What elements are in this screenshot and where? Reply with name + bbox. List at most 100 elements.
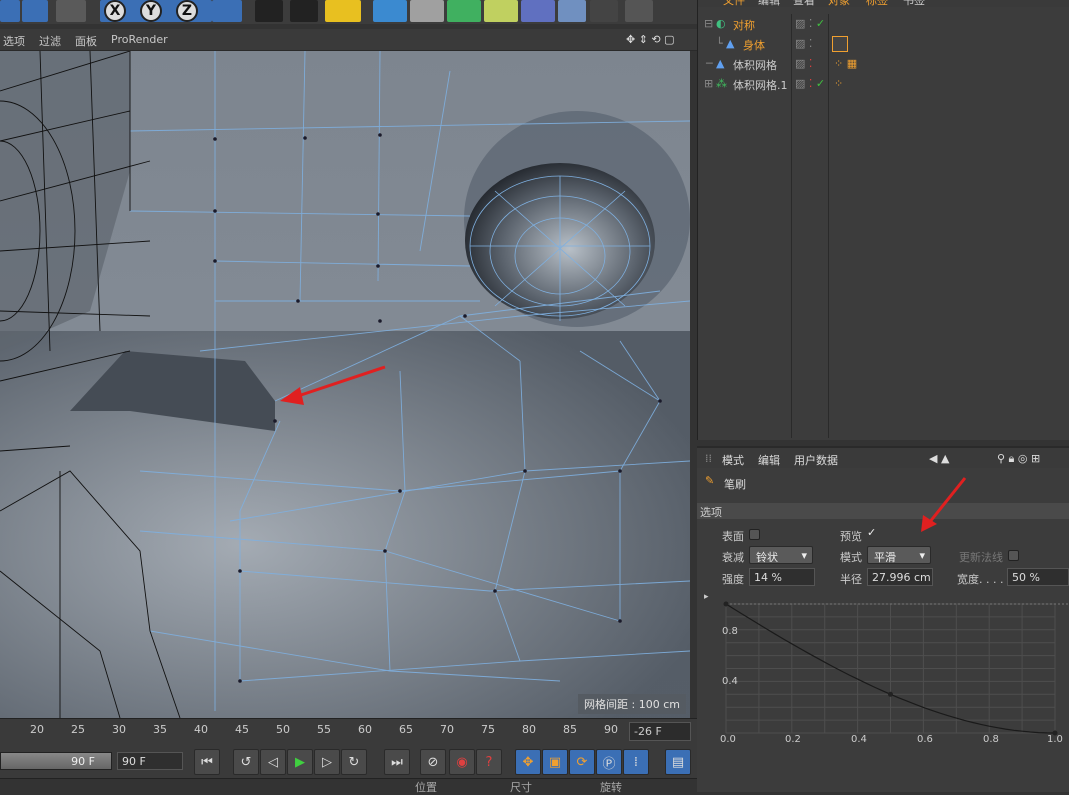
viewport-nav-icons[interactable]: ✥ ⇕ ⟲ ▢ (626, 33, 675, 46)
param-key-icon[interactable]: Ⓟ (596, 749, 622, 775)
next-frame-icon[interactable]: ▷ (314, 749, 340, 775)
pen-icon[interactable] (410, 0, 444, 22)
end-frame-field[interactable]: 90 F (117, 752, 183, 770)
menu-file[interactable]: 文件 (723, 0, 745, 7)
y-tick-label: 0.8 (722, 626, 738, 637)
auto-key-icon[interactable]: ◉ (449, 749, 475, 775)
coordinate-system-icon[interactable] (212, 0, 242, 22)
viewport-menu-prorender[interactable]: ProRender (111, 33, 168, 46)
x-tick-label: 0.4 (851, 734, 867, 745)
position-label: 位置 (415, 781, 437, 794)
previous-frame-icon[interactable]: ◁ (260, 749, 286, 775)
help-icon[interactable]: ? (476, 749, 502, 775)
cube-icon[interactable] (373, 0, 407, 22)
polygon-object-icon: ▲ (726, 37, 735, 50)
menu-tags[interactable]: 标签 (866, 0, 888, 7)
viewport-menu-filter[interactable]: 过滤 (39, 33, 61, 49)
menu-mode[interactable]: 模式 (722, 452, 744, 468)
point-level-icon[interactable]: ⁞ (623, 749, 649, 775)
play-icon[interactable]: ▶ (287, 749, 313, 775)
record-icon[interactable]: ⊘ (420, 749, 446, 775)
deformer-icon[interactable] (521, 0, 555, 22)
object-name[interactable]: 对称 (733, 17, 755, 33)
object-row[interactable]: ⊞ ⁂ 体积网格.1 ▨ ⁚ ✓ ⁘ (698, 74, 1069, 94)
y-axis-button[interactable]: Y (140, 0, 162, 22)
object-name[interactable]: 体积网格.1 (733, 77, 788, 93)
viewport-menu-panel[interactable]: 面板 (75, 33, 97, 49)
mesh-render (0, 51, 690, 718)
move-key-icon[interactable]: ✥ (515, 749, 541, 775)
timeline-tick: 50 (276, 723, 290, 736)
timeline-tick: 90 (604, 723, 618, 736)
go-to-start-icon[interactable]: ⏮ (194, 749, 220, 775)
tree-line-icon: └ (716, 37, 723, 50)
menu-edit[interactable]: 编辑 (758, 0, 780, 7)
x-tick-label: 0.6 (917, 734, 933, 745)
timeline-tick: 20 (30, 723, 44, 736)
timeline-tick: 40 (194, 723, 208, 736)
go-to-end-icon[interactable]: ⏭ (384, 749, 410, 775)
x-axis-button[interactable]: X (104, 0, 126, 22)
visibility-icon[interactable]: ▨ ⁚ (795, 57, 812, 70)
coordinates-header: 位置 尺寸 旋转 (0, 778, 697, 794)
rotate-key-icon[interactable]: ⟳ (569, 749, 595, 775)
frame-range-slider[interactable]: 90 F (0, 752, 112, 770)
menu-objects[interactable]: 对象 (828, 0, 850, 7)
render-picture-icon[interactable] (290, 0, 318, 22)
object-name[interactable]: 身体 (743, 37, 765, 53)
timeline-tick: 25 (71, 723, 85, 736)
curve-point[interactable] (888, 691, 893, 697)
expand-icon[interactable]: ⊞ (704, 77, 713, 90)
object-row[interactable]: ⊟ ◐ 对称 ▨ ⁚ ✓ (698, 14, 1069, 34)
floor-icon[interactable] (558, 0, 586, 22)
tag-icon[interactable] (832, 36, 848, 52)
visibility-icon[interactable]: ▨ ⁚ ✓ (795, 17, 825, 30)
x-tick-label: 0.8 (983, 734, 999, 745)
camera-icon[interactable] (590, 0, 618, 22)
symmetry-icon: ◐ (716, 17, 726, 30)
timeline-tick: 35 (153, 723, 167, 736)
refresh-icon[interactable] (22, 0, 48, 22)
nav-back-icon[interactable]: ◀ ▲ (929, 452, 949, 465)
menu-view[interactable]: 查看 (793, 0, 815, 7)
current-frame-field[interactable]: -26 F (629, 722, 691, 741)
light-icon[interactable] (625, 0, 653, 22)
search-icon[interactable]: ⚲ 🔒︎ ◎ ⊞ (997, 452, 1040, 466)
graph-arrow-icon: ▸ (704, 592, 709, 602)
object-manager-menubar: 文件 编辑 查看 对象 标签 书签 (698, 0, 1069, 7)
visibility-icon[interactable]: ▨ ⁚ (795, 37, 812, 50)
undo-icon[interactable] (0, 0, 20, 22)
tag-icon[interactable]: ⁘ ▦ (834, 57, 857, 70)
3d-viewport[interactable]: 网格间距 : 100 cm (0, 51, 690, 718)
scale-key-icon[interactable]: ▣ (542, 749, 568, 775)
render-view-icon[interactable] (255, 0, 283, 22)
brush-tool-icon[interactable] (56, 0, 86, 22)
timeline-tick: 60 (358, 723, 372, 736)
previous-key-icon[interactable]: ↺ (233, 749, 259, 775)
object-row[interactable]: └ ▲ 身体 ▨ ⁚ (698, 34, 1069, 54)
timeline-ruler[interactable]: 20 25 30 35 40 45 50 55 60 65 70 75 80 8… (0, 718, 697, 744)
array-icon[interactable] (484, 0, 518, 22)
subdivision-icon[interactable] (447, 0, 481, 22)
render-settings-icon[interactable] (325, 0, 361, 22)
rotation-label: 旋转 (600, 781, 622, 794)
curve-point[interactable] (723, 601, 729, 607)
next-key-icon[interactable]: ↻ (341, 749, 367, 775)
menu-user-data[interactable]: 用户数据 (794, 452, 838, 468)
object-name[interactable]: 体积网格 (733, 57, 777, 73)
film-icon[interactable]: ▤ (665, 749, 691, 775)
viewport-menu-options[interactable]: 选项 (3, 33, 25, 49)
visibility-icon[interactable]: ▨ ⁚ ✓ (795, 77, 825, 90)
z-axis-button[interactable]: Z (176, 0, 198, 22)
volume-builder-icon: ⁂ (716, 77, 727, 90)
size-label: 尺寸 (510, 781, 532, 794)
menu-bookmarks[interactable]: 书签 (903, 0, 925, 7)
grip-icon: ⁞⁞ (705, 452, 712, 465)
falloff-curve-graph[interactable]: ▸ 0.8 0.4 0.0 0.2 0.4 0.6 0.8 1.0 (702, 588, 1069, 748)
expand-icon[interactable]: ⊟ (704, 17, 713, 30)
tag-icon[interactable]: ⁘ (834, 77, 843, 90)
object-row[interactable]: ─ ▲ 体积网格 ▨ ⁚ ⁘ ▦ (698, 54, 1069, 74)
object-manager: 文件 编辑 查看 对象 标签 书签 ⊟ ◐ 对称 ▨ ⁚ ✓ └ ▲ 身体 ▨ … (697, 0, 1069, 440)
curve-point[interactable] (1052, 730, 1058, 736)
menu-edit[interactable]: 编辑 (758, 452, 780, 468)
